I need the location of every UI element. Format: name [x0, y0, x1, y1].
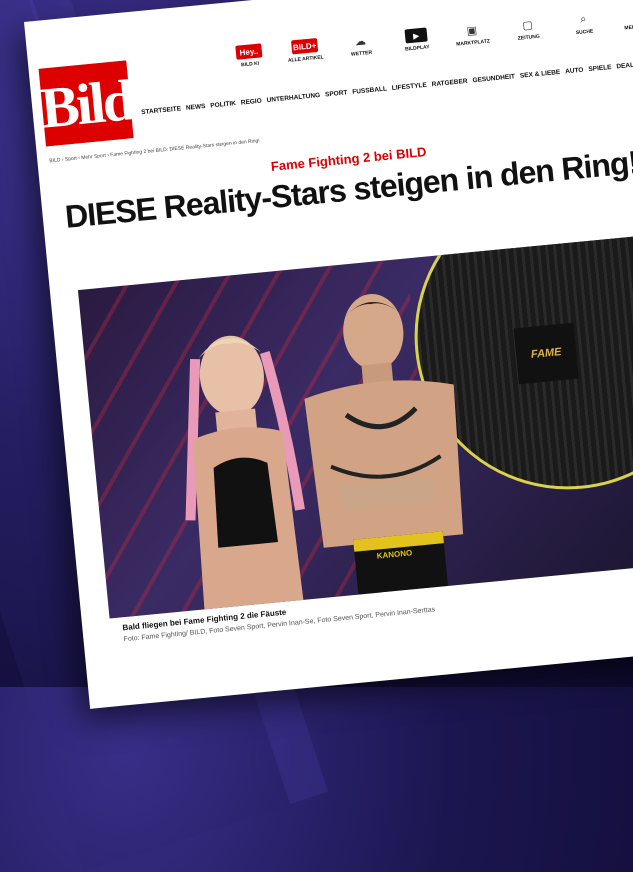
topbar-item-wetter[interactable]: ☁ WETTER — [339, 32, 383, 59]
topbar-label: WETTER — [350, 49, 373, 58]
nav-item-ratgeber[interactable]: RATGEBER — [431, 78, 468, 88]
nav-item-startseite[interactable]: STARTSEITE — [141, 105, 181, 116]
topbar-item-marktplatz[interactable]: ▣ MARKTPLATZ — [450, 21, 494, 48]
weather-icon: ☁ — [354, 34, 367, 48]
topbar-label: MARKTPLATZ — [455, 38, 491, 48]
nav-item-gesundheit[interactable]: GESUNDHEIT — [472, 73, 515, 84]
top-toolbar: Hey.. BILD KI BILD+ ALLE ARTIKEL ☁ WETTE… — [227, 5, 633, 69]
user-icon: ◉ — [627, 6, 633, 22]
nav-item-sex-liebe[interactable]: SEX & LIEBE — [520, 69, 561, 80]
play-icon: ▶ — [404, 27, 428, 44]
nav-item-spiele[interactable]: SPIELE — [588, 64, 612, 73]
topbar-item-zeitung[interactable]: ▢ ZEITUNG — [506, 16, 550, 43]
shop-icon: ▣ — [466, 24, 478, 38]
fame-logo: FAME — [513, 322, 579, 385]
nav-item-lifestyle[interactable]: LIFESTYLE — [392, 82, 428, 92]
topbar-label: MEIN KONTO — [624, 22, 633, 32]
article-page-card: Bild Hey.. BILD KI BILD+ ALLE ARTIKEL ☁ … — [24, 0, 633, 709]
main-nav: STARTSEITE NEWS POLITIK REGIO UNTERHALTU… — [141, 61, 633, 116]
nav-item-deals[interactable]: DEALS — [616, 61, 633, 70]
nav-item-unterhaltung[interactable]: UNTERHALTUNG — [266, 92, 320, 104]
nav-item-politik[interactable]: POLITIK — [210, 100, 236, 109]
nav-item-auto[interactable]: AUTO — [565, 67, 584, 76]
topbar-item-bild-ki[interactable]: Hey.. BILD KI — [227, 43, 271, 70]
topbar-label: ALLE ARTIKEL — [287, 54, 325, 64]
topbar-item-suche[interactable]: ⌕ SUCHE — [562, 10, 606, 37]
search-icon: ⌕ — [579, 12, 587, 26]
topbar-label: BILD KI — [240, 60, 260, 69]
topbar-label: BILDPLAY — [404, 44, 430, 53]
hey-badge-icon: Hey.. — [235, 43, 263, 60]
nav-item-regio[interactable]: REGIO — [241, 98, 263, 107]
topbar-label: ZEITUNG — [517, 33, 541, 42]
plus-badge-icon: BILD+ — [291, 38, 319, 55]
fame-logo-text: FAME — [530, 346, 562, 361]
bild-logo[interactable]: Bild — [38, 60, 135, 147]
nav-item-news[interactable]: NEWS — [186, 103, 206, 112]
topbar-item-alle-artikel[interactable]: BILD+ ALLE ARTIKEL — [283, 37, 327, 64]
topbar-label: SUCHE — [575, 28, 594, 37]
nav-item-fussball[interactable]: FUSSBALL — [352, 86, 387, 96]
topbar-item-bildplay[interactable]: ▶ BILDPLAY — [395, 27, 439, 54]
topbar-item-mein-konto[interactable]: ◉ MEIN KONTO — [617, 5, 633, 32]
nav-item-sport[interactable]: SPORT — [325, 89, 348, 98]
hero-image[interactable]: FAME KANONO — [77, 235, 633, 619]
newspaper-icon: ▢ — [521, 18, 534, 32]
